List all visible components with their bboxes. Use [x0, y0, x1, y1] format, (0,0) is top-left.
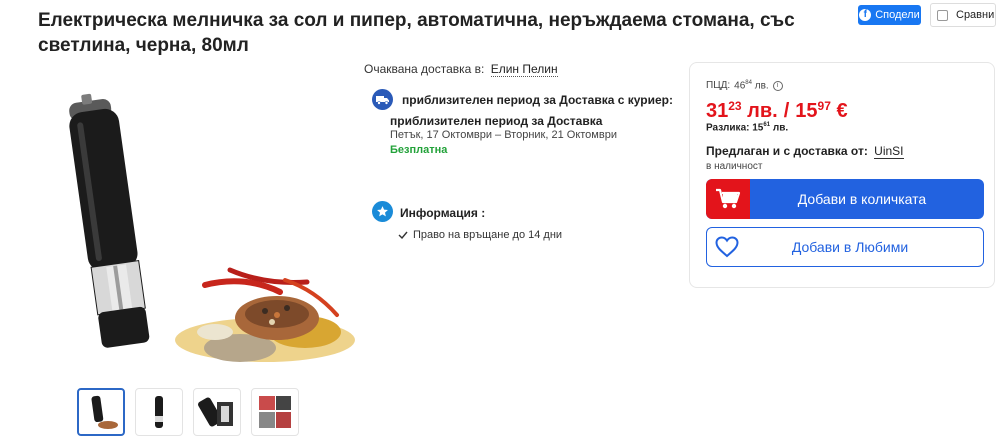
add-to-cart-label: Добави в количката: [797, 191, 927, 207]
return-policy-text: Право на връщане до 14 дни: [413, 229, 563, 241]
product-title: Електрическа мелничка за сол и пипер, ав…: [38, 10, 795, 56]
information-title: Информация :: [400, 206, 486, 220]
stock-status: в наличност: [706, 161, 763, 172]
delivery-price: Безплатна: [390, 144, 448, 156]
delivery-label: Очаквана доставка в:: [364, 62, 485, 76]
check-icon: [398, 231, 408, 239]
pcd-row: ПЦД: 4684 лв. i: [706, 80, 783, 91]
current-price: 3123 лв./1597 €: [706, 94, 848, 123]
price-bgn: 3123 лв.: [706, 99, 778, 122]
share-label: Сподели: [875, 9, 920, 21]
info-icon[interactable]: i: [772, 80, 783, 91]
add-to-favorites-button[interactable]: Добави в Любими: [706, 227, 984, 267]
seller-label: Предлаган и с доставка от:: [706, 144, 868, 158]
compare-label: Сравни: [956, 9, 995, 21]
pcd-label: ПЦД:: [706, 80, 731, 92]
seller-link[interactable]: UinSI: [874, 144, 904, 159]
heart-icon: [707, 228, 747, 266]
thumbnail-gallery: [77, 388, 299, 436]
truck-icon: [372, 89, 393, 110]
share-button[interactable]: f Сподели: [858, 5, 921, 25]
add-to-cart-button[interactable]: Добави в количката: [706, 179, 984, 219]
price-difference: Разлика: 1561 лв.: [706, 122, 789, 134]
thumbnail-3[interactable]: [193, 388, 241, 436]
price-eur: 1597 €: [795, 99, 848, 122]
delivery-location-link[interactable]: Елин Пелин: [490, 62, 558, 77]
thumbnail-2[interactable]: [135, 388, 183, 436]
courier-delivery-title: приблизителен период за Доставка с курие…: [402, 93, 673, 107]
main-product-image[interactable]: [55, 70, 355, 370]
cart-icon: [706, 179, 750, 219]
thumbnail-4[interactable]: [251, 388, 299, 436]
pcd-price: 4684 лв.: [734, 80, 769, 92]
star-icon: [372, 201, 393, 222]
price-separator: /: [783, 100, 790, 122]
seller-row: Предлаган и с доставка от: UinSI: [706, 144, 904, 159]
thumbnail-1[interactable]: [77, 388, 125, 436]
facebook-icon: f: [859, 9, 872, 21]
return-policy-row: Право на връщане до 14 дни: [398, 229, 562, 241]
add-to-favorites-label: Добави в Любими: [791, 239, 909, 255]
delivery-location-row: Очаквана доставка в: Елин Пелин: [364, 62, 558, 77]
compare-checkbox[interactable]: Сравни: [930, 3, 996, 27]
delivery-period-dates: Петък, 17 Октомври – Вторник, 21 Октомвр…: [390, 129, 617, 141]
checkbox-icon: [937, 9, 948, 21]
delivery-period-title: приблизителен период за Доставка: [390, 114, 603, 128]
